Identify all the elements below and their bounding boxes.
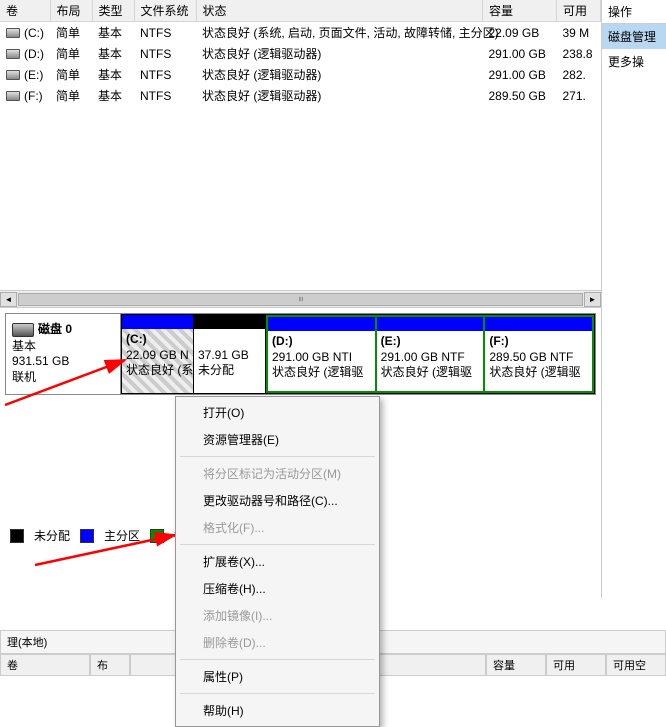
menu-extend-volume[interactable]: 扩展卷(X)... bbox=[178, 548, 377, 575]
action-more[interactable]: 更多操 bbox=[602, 49, 666, 74]
context-menu: 打开(O) 资源管理器(E) 将分区标记为活动分区(M) 更改驱动器号和路径(C… bbox=[175, 396, 380, 727]
drive-icon bbox=[6, 70, 20, 80]
col-volume[interactable]: 卷 bbox=[0, 0, 50, 22]
horizontal-scrollbar[interactable]: ◄ ► bbox=[0, 290, 601, 307]
col-free[interactable]: 可用 bbox=[557, 0, 601, 22]
menu-help[interactable]: 帮助(H) bbox=[178, 697, 377, 724]
column-headers: 卷 布局 类型 文件系统 状态 容量 可用 bbox=[0, 0, 601, 22]
legend-swatch-primary bbox=[80, 529, 94, 543]
volume-row[interactable]: (E:)简单基本NTFS状态良好 (逻辑驱动器)291.00 GB282. bbox=[0, 64, 601, 85]
drive-icon bbox=[6, 28, 20, 38]
scroll-thumb[interactable] bbox=[18, 293, 583, 306]
drive-icon bbox=[6, 91, 20, 101]
action-disk-management[interactable]: 磁盘管理 bbox=[602, 24, 666, 49]
sec-col-free2[interactable]: 可用空 bbox=[606, 654, 666, 676]
col-capacity[interactable]: 容量 bbox=[483, 0, 557, 22]
actions-panel: 操作 磁盘管理 更多操 bbox=[602, 0, 666, 598]
volume-row[interactable]: (C:)简单基本NTFS状态良好 (系统, 启动, 页面文件, 活动, 故障转储… bbox=[0, 22, 601, 44]
menu-add-mirror: 添加镜像(I)... bbox=[178, 602, 377, 629]
volume-row[interactable]: (F:)简单基本NTFS状态良好 (逻辑驱动器)289.50 GB271. bbox=[0, 85, 601, 106]
legend-swatch-unallocated bbox=[10, 529, 24, 543]
menu-explorer[interactable]: 资源管理器(E) bbox=[178, 426, 377, 453]
menu-open[interactable]: 打开(O) bbox=[178, 399, 377, 426]
disk-status: 联机 bbox=[12, 368, 114, 385]
legend-swatch-extended bbox=[150, 529, 164, 543]
menu-format: 格式化(F)... bbox=[178, 514, 377, 541]
extended-partition-group: (D:)291.00 GB NTI状态良好 (逻辑驱 (E:)291.00 GB… bbox=[266, 315, 594, 393]
menu-shrink-volume[interactable]: 压缩卷(H)... bbox=[178, 575, 377, 602]
partition-unallocated[interactable]: 37.91 GB未分配 bbox=[194, 315, 266, 393]
menu-properties[interactable]: 属性(P) bbox=[178, 663, 377, 690]
sec-col-cap[interactable]: 容量 bbox=[486, 654, 546, 676]
disk-title: 磁盘 0 bbox=[38, 322, 72, 336]
sec-col-vol[interactable]: 卷 bbox=[0, 654, 90, 676]
disk-info[interactable]: 磁盘 0 基本 931.51 GB 联机 bbox=[6, 314, 121, 394]
volume-row[interactable]: (D:)简单基本NTFS状态良好 (逻辑驱动器)291.00 GB238.8 bbox=[0, 43, 601, 64]
col-type[interactable]: 类型 bbox=[92, 0, 134, 22]
disk-icon bbox=[12, 323, 34, 337]
drive-icon bbox=[6, 49, 20, 59]
col-layout[interactable]: 布局 bbox=[50, 0, 92, 22]
menu-change-drive-letter[interactable]: 更改驱动器号和路径(C)... bbox=[178, 487, 377, 514]
actions-header: 操作 bbox=[602, 0, 666, 24]
disk-type: 基本 bbox=[12, 337, 114, 354]
sec-col-layout[interactable]: 布 bbox=[90, 654, 130, 676]
disk-size: 931.51 GB bbox=[12, 354, 114, 368]
scroll-left-button[interactable]: ◄ bbox=[0, 292, 17, 307]
menu-mark-active: 将分区标记为活动分区(M) bbox=[178, 460, 377, 487]
menu-delete-volume: 删除卷(D)... bbox=[178, 629, 377, 656]
partition-e[interactable]: (E:)291.00 GB NTF状态良好 (逻辑驱 bbox=[377, 317, 486, 391]
sec-col-free[interactable]: 可用 bbox=[546, 654, 606, 676]
scroll-right-button[interactable]: ► bbox=[584, 292, 601, 307]
secondary-label: 理(本地) bbox=[7, 634, 47, 650]
partition-f[interactable]: (F:)289.50 GB NTF状态良好 (逻辑驱 bbox=[485, 317, 592, 391]
col-status[interactable]: 状态 bbox=[196, 0, 483, 22]
volume-list: 卷 布局 类型 文件系统 状态 容量 可用 (C:)简单基本NTFS状态良好 (… bbox=[0, 0, 601, 308]
partition-c[interactable]: (C:)22.09 GB N状态良好 (系 bbox=[122, 315, 194, 393]
col-fs[interactable]: 文件系统 bbox=[134, 0, 196, 22]
partition-d[interactable]: (D:)291.00 GB NTI状态良好 (逻辑驱 bbox=[268, 317, 377, 391]
